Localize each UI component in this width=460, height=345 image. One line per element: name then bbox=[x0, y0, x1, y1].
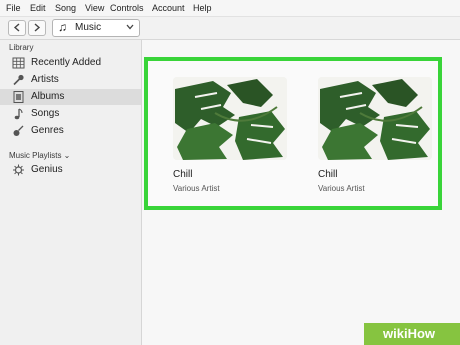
genius-icon bbox=[13, 164, 24, 176]
sidebar-item-label: Recently Added bbox=[31, 57, 102, 68]
sidebar: Library Recently Added Artists Albums So… bbox=[0, 40, 142, 345]
monstera-leaf-artwork bbox=[173, 77, 287, 160]
menu-file[interactable]: File bbox=[6, 3, 21, 13]
menu-bar: File Edit Song View Controls Account Hel… bbox=[0, 0, 460, 17]
sidebar-item-songs[interactable]: Songs bbox=[0, 106, 141, 122]
sidebar-item-artists[interactable]: Artists bbox=[0, 72, 141, 88]
watermark-text: wikiHow bbox=[383, 326, 436, 341]
chevron-down-icon bbox=[126, 24, 134, 30]
sidebar-item-label: Genres bbox=[31, 125, 64, 136]
chevron-left-icon bbox=[13, 23, 20, 32]
menu-controls[interactable]: Controls bbox=[110, 3, 144, 13]
album-title: Chill bbox=[318, 169, 338, 180]
albums-highlight-box: Chill Various Artist Chill Various Artis… bbox=[144, 57, 442, 210]
music-playlists-header[interactable]: Music Playlists ⌄ bbox=[9, 151, 70, 160]
chevron-right-icon bbox=[34, 23, 41, 32]
album-title: Chill bbox=[173, 169, 193, 180]
sidebar-item-label: Artists bbox=[31, 74, 59, 85]
grid-icon bbox=[12, 57, 25, 69]
music-app-window: File Edit Song View Controls Account Hel… bbox=[0, 0, 460, 345]
album-cover[interactable] bbox=[173, 77, 287, 160]
album-artist: Various Artist bbox=[318, 184, 365, 193]
forward-button[interactable] bbox=[28, 20, 46, 36]
album-icon bbox=[13, 91, 24, 103]
sidebar-item-label: Genius bbox=[31, 164, 63, 175]
sidebar-item-genres[interactable]: Genres bbox=[0, 123, 141, 139]
microphone-icon bbox=[13, 74, 24, 86]
guitar-icon bbox=[13, 125, 24, 136]
wikihow-watermark: wikiHow bbox=[364, 323, 460, 345]
menu-account[interactable]: Account bbox=[152, 3, 185, 13]
albums-content: Chill Various Artist Chill Various Artis… bbox=[142, 40, 460, 345]
sidebar-item-label: Albums bbox=[31, 91, 65, 102]
sidebar-item-albums[interactable]: Albums bbox=[0, 89, 141, 105]
sidebar-item-genius[interactable]: Genius bbox=[0, 162, 141, 178]
sidebar-item-recently-added[interactable]: Recently Added bbox=[0, 55, 141, 71]
toolbar: ♫ Music bbox=[0, 17, 460, 40]
monstera-leaf-artwork bbox=[318, 77, 432, 160]
album-artist: Various Artist bbox=[173, 184, 220, 193]
media-type-select[interactable]: ♫ Music bbox=[52, 19, 140, 37]
album-cover[interactable] bbox=[318, 77, 432, 160]
music-note-icon: ♫ bbox=[58, 20, 67, 34]
music-note-icon bbox=[14, 108, 23, 120]
library-header: Library bbox=[9, 43, 34, 52]
menu-help[interactable]: Help bbox=[193, 3, 212, 13]
back-button[interactable] bbox=[8, 20, 26, 36]
menu-song[interactable]: Song bbox=[55, 3, 76, 13]
media-type-label: Music bbox=[75, 22, 102, 33]
sidebar-item-label: Songs bbox=[31, 108, 60, 119]
menu-view[interactable]: View bbox=[85, 3, 104, 13]
menu-edit[interactable]: Edit bbox=[30, 3, 46, 13]
